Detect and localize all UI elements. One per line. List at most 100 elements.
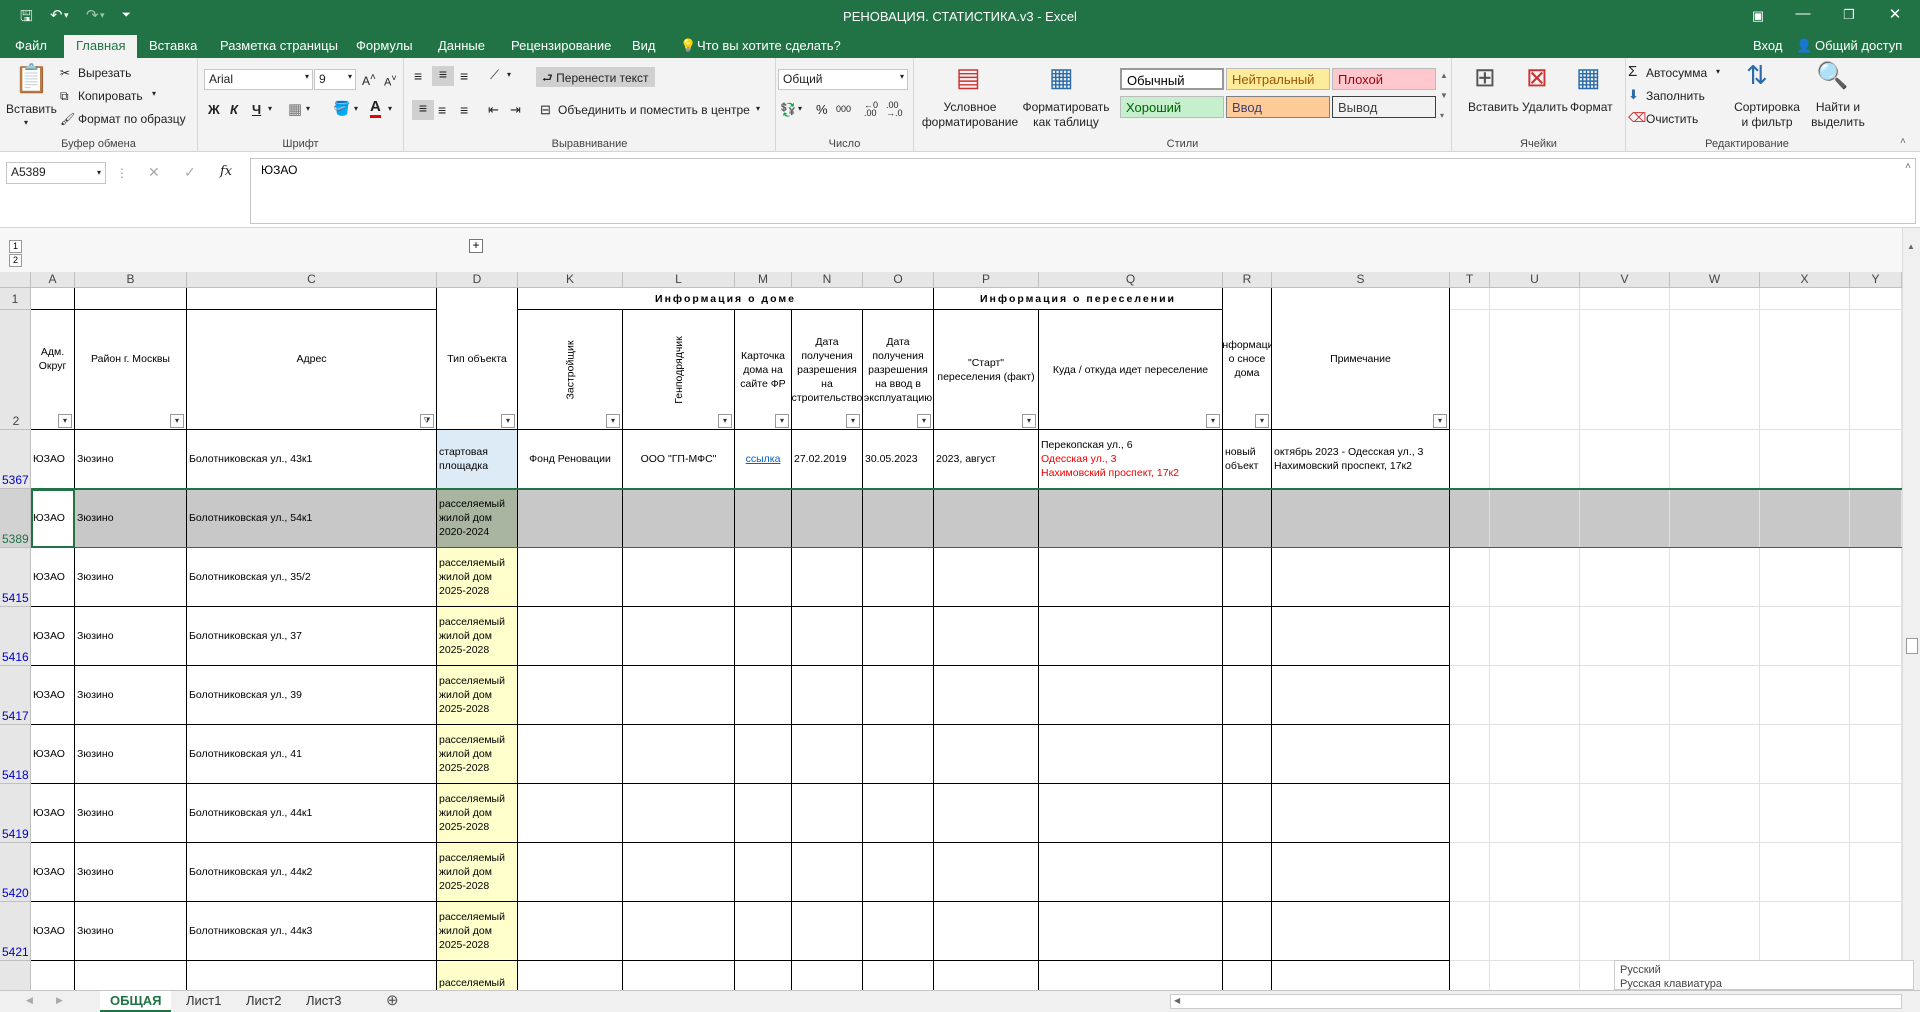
cell-q-5418[interactable]	[1039, 725, 1223, 784]
cell-v-5420[interactable]	[1580, 843, 1670, 902]
format-cells-icon[interactable]: ▦	[1576, 62, 1601, 93]
cancel-entry-icon[interactable]: ✕	[148, 164, 160, 181]
tab-page-layout[interactable]: Разметка страницы	[220, 38, 338, 53]
cell-s-5418[interactable]	[1272, 725, 1450, 784]
cell-b-5417[interactable]: Зюзино	[75, 666, 187, 725]
cell-n-5421[interactable]	[792, 902, 863, 961]
cell-d-5415[interactable]: расселяемый жилой дом 2025-2028	[437, 548, 518, 607]
style-normal[interactable]: Обычный	[1120, 68, 1224, 90]
align-left-icon[interactable]: ≡	[412, 100, 434, 120]
cell-b-5419[interactable]: Зюзино	[75, 784, 187, 843]
cell-m-5419[interactable]	[735, 784, 792, 843]
col-header-y[interactable]: Y	[1850, 272, 1902, 288]
italic-button[interactable]: К	[230, 102, 238, 117]
cell-s-5417[interactable]	[1272, 666, 1450, 725]
empty-cell[interactable]	[1850, 288, 1902, 310]
scroll-left-icon[interactable]: ◀	[1174, 996, 1180, 1005]
cell-m-5389[interactable]	[735, 489, 792, 548]
styles-scroll-icon[interactable]: ▲ ▼ ▾	[1440, 66, 1448, 126]
cell-t-5415[interactable]	[1450, 548, 1490, 607]
cell-s-5389[interactable]	[1272, 489, 1450, 548]
maximize-icon[interactable]: ❐	[1826, 7, 1872, 23]
sheet-tab-general[interactable]: ОБЩАЯ	[100, 991, 172, 1012]
borders-dropdown-icon[interactable]: ▾	[306, 104, 310, 113]
underline-dropdown-icon[interactable]: ▾	[268, 104, 272, 113]
cell-p-5367[interactable]: 2023, август	[934, 430, 1039, 489]
bold-button[interactable]: Ж	[208, 102, 220, 117]
cell-a-5420[interactable]: ЮЗАО	[31, 843, 75, 902]
cell-n-5419[interactable]	[792, 784, 863, 843]
cell-x-5418[interactable]	[1760, 725, 1850, 784]
copy-button[interactable]: Копировать	[78, 89, 143, 103]
cell-v-5421[interactable]	[1580, 902, 1670, 961]
cell-o-5420[interactable]	[863, 843, 934, 902]
cell-m-5416[interactable]	[735, 607, 792, 666]
filter-button-q[interactable]: ▾	[1206, 414, 1220, 428]
cell-l-5417[interactable]	[623, 666, 735, 725]
cell-t-5367[interactable]	[1450, 430, 1490, 489]
decrease-indent-icon[interactable]: ⇤	[488, 102, 499, 118]
cell-q-5417[interactable]	[1039, 666, 1223, 725]
cell-c-5389[interactable]: Болотниковская ул., 54к1	[187, 489, 437, 548]
cell-v-5419[interactable]	[1580, 784, 1670, 843]
paste-button[interactable]: Вставить	[6, 102, 57, 116]
tab-data[interactable]: Данные	[438, 38, 485, 53]
cell-k-5421[interactable]	[518, 902, 623, 961]
cell-w-5415[interactable]	[1670, 548, 1760, 607]
filter-button-r[interactable]: ▾	[1255, 414, 1269, 428]
cell-x-5417[interactable]	[1760, 666, 1850, 725]
autosum-icon[interactable]: Σ	[1628, 63, 1637, 80]
select-all-corner[interactable]	[0, 272, 31, 288]
format-as-table-button[interactable]: Форматировать как таблицу	[1022, 100, 1110, 130]
cell-t-5416[interactable]	[1450, 607, 1490, 666]
vertical-scrollbar[interactable]: ▲	[1902, 228, 1920, 990]
format-cells-button[interactable]: Формат	[1570, 100, 1613, 114]
cell-v-5389[interactable]	[1580, 489, 1670, 548]
col-header-d[interactable]: D	[437, 272, 518, 288]
scroll-up-icon[interactable]: ▲	[1907, 242, 1915, 251]
sort-filter-icon[interactable]: ⇅	[1746, 60, 1768, 91]
cell-t-5421[interactable]	[1450, 902, 1490, 961]
cell-k-5418[interactable]	[518, 725, 623, 784]
shrink-font-icon[interactable]: A˅	[384, 73, 397, 89]
cell-d-5420[interactable]: расселяемый жилой дом 2025-2028	[437, 843, 518, 902]
filter-button-n[interactable]: ▾	[846, 414, 860, 428]
cell-r-5418[interactable]	[1223, 725, 1272, 784]
cell-k-5416[interactable]	[518, 607, 623, 666]
grow-font-icon[interactable]: A˄	[362, 72, 376, 88]
cell-a-next[interactable]	[31, 961, 75, 990]
increase-indent-icon[interactable]: ⇥	[510, 102, 521, 118]
cell-x-5415[interactable]	[1760, 548, 1850, 607]
horizontal-scrollbar[interactable]: ◀	[1170, 994, 1902, 1009]
style-neutral[interactable]: Нейтральный	[1226, 68, 1330, 90]
cell-s-5415[interactable]	[1272, 548, 1450, 607]
empty-cell[interactable]	[1760, 310, 1850, 430]
merge-center-icon[interactable]: ⊟	[540, 102, 551, 118]
cell-t-5419[interactable]	[1450, 784, 1490, 843]
cell-r-next[interactable]	[1223, 961, 1272, 990]
cell-p-5421[interactable]	[934, 902, 1039, 961]
sheet-tab-2[interactable]: Лист2	[246, 993, 281, 1008]
cell-y-5419[interactable]	[1850, 784, 1902, 843]
prev-sheet-icon[interactable]: ◀	[26, 995, 33, 1006]
cell-w-5367[interactable]	[1670, 430, 1760, 489]
cell-d-5417[interactable]: расселяемый жилой дом 2025-2028	[437, 666, 518, 725]
cell-r-5416[interactable]	[1223, 607, 1272, 666]
cell-q-5389[interactable]	[1039, 489, 1223, 548]
cell-p-5415[interactable]	[934, 548, 1039, 607]
cell-n-5420[interactable]	[792, 843, 863, 902]
vertical-scroll-thumb[interactable]	[1906, 638, 1918, 654]
cell-l-5415[interactable]	[623, 548, 735, 607]
cell-k-next[interactable]	[518, 961, 623, 990]
col-header-s[interactable]: S	[1272, 272, 1450, 288]
find-select-icon[interactable]: 🔍	[1816, 60, 1848, 91]
cell-y-5420[interactable]	[1850, 843, 1902, 902]
filter-button-s[interactable]: ▾	[1433, 414, 1447, 428]
cell-v-5367[interactable]	[1580, 430, 1670, 489]
col-header-o[interactable]: O	[863, 272, 934, 288]
cell-r-5419[interactable]	[1223, 784, 1272, 843]
cell-d-5419[interactable]: расселяемый жилой дом 2025-2028	[437, 784, 518, 843]
cell-l-5418[interactable]	[623, 725, 735, 784]
col-header-q[interactable]: Q	[1039, 272, 1223, 288]
cell-b-5416[interactable]: Зюзино	[75, 607, 187, 666]
